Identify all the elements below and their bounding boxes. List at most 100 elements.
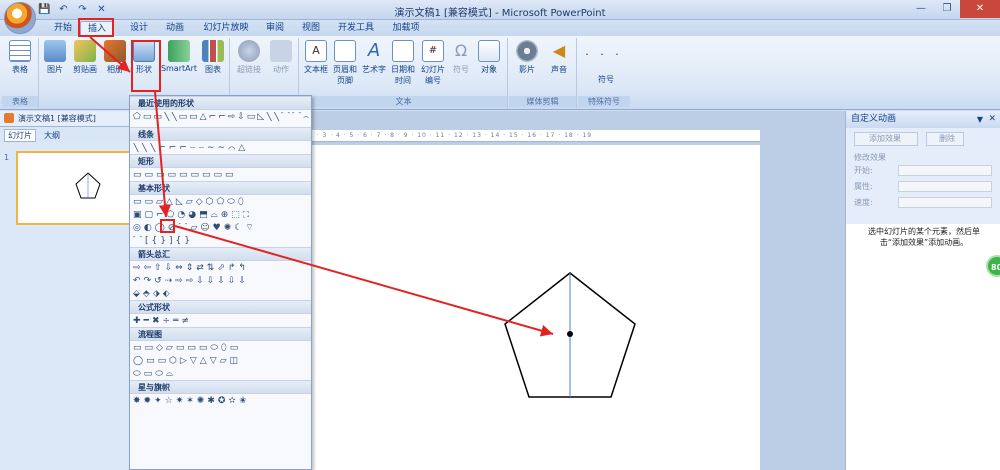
object-button[interactable]: 对象 — [476, 40, 502, 75]
sound-button[interactable]: ◀ 声音 — [545, 40, 573, 75]
group-label-special: 特殊符号 — [578, 96, 630, 107]
gallery-row-arrows-1[interactable]: ⇨⇦⇧⇩⇔⇕⇄⇅⬀↱↰ — [130, 261, 311, 274]
tab-developer[interactable]: 开发工具 — [332, 21, 380, 36]
film-reel-icon — [516, 40, 538, 62]
gallery-row-basic-4[interactable]: ⌒[{}]{} — [130, 234, 311, 247]
album-button[interactable]: 相册 — [104, 40, 126, 75]
gallery-row-flow-1[interactable]: ▭▭◇▱▭▭▭⬭⬯▭ — [130, 341, 311, 354]
restore-button[interactable]: ❐ — [934, 0, 960, 18]
gallery-row-basic-1[interactable]: ▭▭▱△◺▱◇⬡⬠⬭⬯ — [130, 195, 311, 208]
header-footer-button[interactable]: 页眉和页脚 — [330, 40, 360, 86]
group-label-text: 文本 — [300, 96, 507, 107]
start-select[interactable] — [898, 165, 992, 176]
speed-select[interactable] — [898, 197, 992, 208]
wordart-icon: A — [367, 40, 381, 61]
hyperlink-button[interactable]: 超链接 — [235, 40, 263, 75]
gallery-row-recent[interactable]: ⬠▭▭╲╲▭▭△⌐⌐⇨⇩▭◺╲╲⌒⌒⌢{ — [130, 110, 311, 123]
flow-shapes-2[interactable]: ◯▭▭⬡▷▽△▽▱◫ — [133, 356, 241, 366]
basic-shapes-2[interactable]: ▣▢⌐⬠◔◕⬒⌓⊕⬚⛶ — [133, 210, 252, 220]
table-icon — [9, 40, 31, 62]
textbox-button[interactable]: A 文本框 — [302, 40, 330, 75]
minimize-button[interactable]: — — [908, 0, 934, 18]
modify-effect-label: 修改效果 — [854, 153, 886, 162]
basic-shapes-4[interactable]: ⌒[{}]{} — [133, 236, 193, 246]
office-button[interactable] — [4, 2, 36, 34]
gallery-row-lines[interactable]: ╲╲╲⌐⌐⌐ⵧⵧ∼∼⌒△ — [130, 141, 311, 154]
gallery-row-basic-3[interactable]: ◎◐◯⊘⌒▱☺♥✺☾⌔ — [130, 221, 311, 234]
symbol-label: 符号 — [453, 65, 469, 74]
pane-close-icon[interactable]: ✕ — [988, 111, 996, 128]
movie-button[interactable]: 影片 — [513, 40, 541, 75]
clipart-button[interactable]: 剪贴画 — [70, 40, 100, 75]
gallery-section-stars: 星与旗帜 — [130, 380, 311, 394]
action-icon — [270, 40, 292, 62]
clipart-icon — [74, 40, 96, 62]
gallery-row-arrows-2[interactable]: ↶↷↺⇢⇨⇨⇩⇩⇩⇩⇩ — [130, 274, 311, 287]
arrow-shapes-2[interactable]: ↶↷↺⇢⇨⇨⇩⇩⇩⇩⇩ — [133, 276, 249, 286]
line-shapes[interactable]: ╲╲╲⌐⌐⌐ⵧⵧ∼∼⌒△ — [133, 143, 248, 153]
flow-shapes-3[interactable]: ⬭▭⬭⌓ — [133, 369, 176, 379]
basic-shapes-1[interactable]: ▭▭▱△◺▱◇⬡⬠⬭⬯ — [133, 197, 247, 207]
gallery-section-basic: 基本形状 — [130, 181, 311, 195]
object-label: 对象 — [481, 65, 497, 74]
property-select[interactable] — [898, 181, 992, 192]
chart-button[interactable]: 图表 — [200, 40, 226, 75]
arrow-shapes-1[interactable]: ⇨⇦⇧⇩⇔⇕⇄⇅⬀↱↰ — [133, 263, 249, 273]
gallery-row-flow-3[interactable]: ⬭▭⬭⌓ — [130, 367, 311, 380]
equation-shapes[interactable]: ✚━✖÷═≠ — [133, 316, 192, 326]
gallery-row-equation[interactable]: ✚━✖÷═≠ — [130, 314, 311, 327]
tab-slides[interactable]: 幻灯片 — [4, 129, 36, 142]
pentagon-center-point — [567, 331, 573, 337]
group-table: 表格 表格 — [2, 38, 39, 108]
group-text: A 文本框 页眉和页脚 A 艺术字 日期和时间 # 幻灯片编号 Ω 符号 对象 … — [300, 38, 508, 108]
picture-button[interactable]: 图片 — [42, 40, 68, 75]
close-button[interactable]: ✕ — [960, 0, 1000, 18]
smartart-label: SmartArt — [160, 64, 198, 73]
gallery-row-stars[interactable]: ✸✹✦☆✷✶✺✱✪✫✬ — [130, 394, 311, 407]
symbol-dots: · · · — [585, 48, 623, 61]
wordart-label: 艺术字 — [362, 65, 386, 74]
slide-thumbnail[interactable] — [16, 151, 144, 225]
hyperlink-icon — [238, 40, 260, 62]
tab-design[interactable]: 设计 — [124, 21, 154, 36]
hyperlink-label: 超链接 — [237, 65, 261, 74]
tab-home[interactable]: 开始 — [48, 21, 78, 36]
highlight-pentagon-shape — [160, 219, 175, 233]
tab-outline[interactable]: 大纲 — [44, 130, 60, 141]
tab-animation[interactable]: 动画 — [160, 21, 190, 36]
document-tab[interactable]: 演示文稿1 [兼容模式] — [0, 111, 148, 127]
action-label: 动作 — [273, 65, 289, 74]
tab-slideshow[interactable]: 幻灯片放映 — [198, 21, 254, 36]
smartart-button[interactable]: SmartArt — [160, 40, 198, 73]
arrow-shapes-3[interactable]: ⬙⬘⬗⬖ — [133, 289, 173, 299]
wordart-button[interactable]: A 艺术字 — [360, 40, 388, 75]
pane-dropdown-icon[interactable]: ▼ — [977, 111, 983, 128]
gallery-row-rects[interactable]: ▭▭▭▭▭▭▭▭▭ — [130, 168, 311, 181]
star-shapes[interactable]: ✸✹✦☆✷✶✺✱✪✫✬ — [133, 396, 249, 406]
highlight-insert-tab — [78, 18, 114, 37]
recent-shapes[interactable]: ⬠▭▭╲╲▭▭△⌐⌐⇨⇩▭◺╲╲⌒⌒⌢{ — [133, 112, 311, 122]
slide-canvas[interactable] — [310, 145, 760, 470]
special-symbol-button[interactable]: 符号 — [584, 74, 628, 85]
gallery-row-basic-2[interactable]: ▣▢⌐⬠◔◕⬒⌓⊕⬚⛶ — [130, 208, 311, 221]
gallery-section-flowchart: 流程图 — [130, 327, 311, 341]
slide-number-button[interactable]: # 幻灯片编号 — [418, 40, 448, 86]
tab-review[interactable]: 审阅 — [260, 21, 290, 36]
window-title: 演示文稿1 [兼容模式] - Microsoft PowerPoint — [394, 8, 606, 19]
animation-tools: 添加效果 删除 修改效果 开始: 属性: 速度: — [846, 128, 1000, 224]
tab-view[interactable]: 视图 — [296, 21, 326, 36]
gallery-row-arrows-3[interactable]: ⬙⬘⬗⬖ — [130, 287, 311, 300]
rect-shapes[interactable]: ▭▭▭▭▭▭▭▭▭ — [133, 170, 237, 180]
calendar-icon — [392, 40, 414, 62]
tab-addins[interactable]: 加载项 — [386, 21, 426, 36]
datetime-button[interactable]: 日期和时间 — [388, 40, 418, 86]
gallery-row-flow-2[interactable]: ◯▭▭⬡▷▽△▽▱◫ — [130, 354, 311, 367]
special-symbol-label: 符号 — [598, 75, 614, 84]
symbol-button[interactable]: Ω 符号 — [448, 40, 474, 75]
basic-shapes-3[interactable]: ◎◐◯⊘⌒▱☺♥✺☾⌔ — [133, 223, 257, 233]
table-button[interactable]: 表格 — [6, 40, 34, 75]
remove-button[interactable]: 删除 — [926, 132, 964, 146]
flow-shapes-1[interactable]: ▭▭◇▱▭▭▭⬭⬯▭ — [133, 343, 241, 353]
action-button[interactable]: 动作 — [267, 40, 295, 75]
add-effect-button[interactable]: 添加效果 — [854, 132, 918, 146]
